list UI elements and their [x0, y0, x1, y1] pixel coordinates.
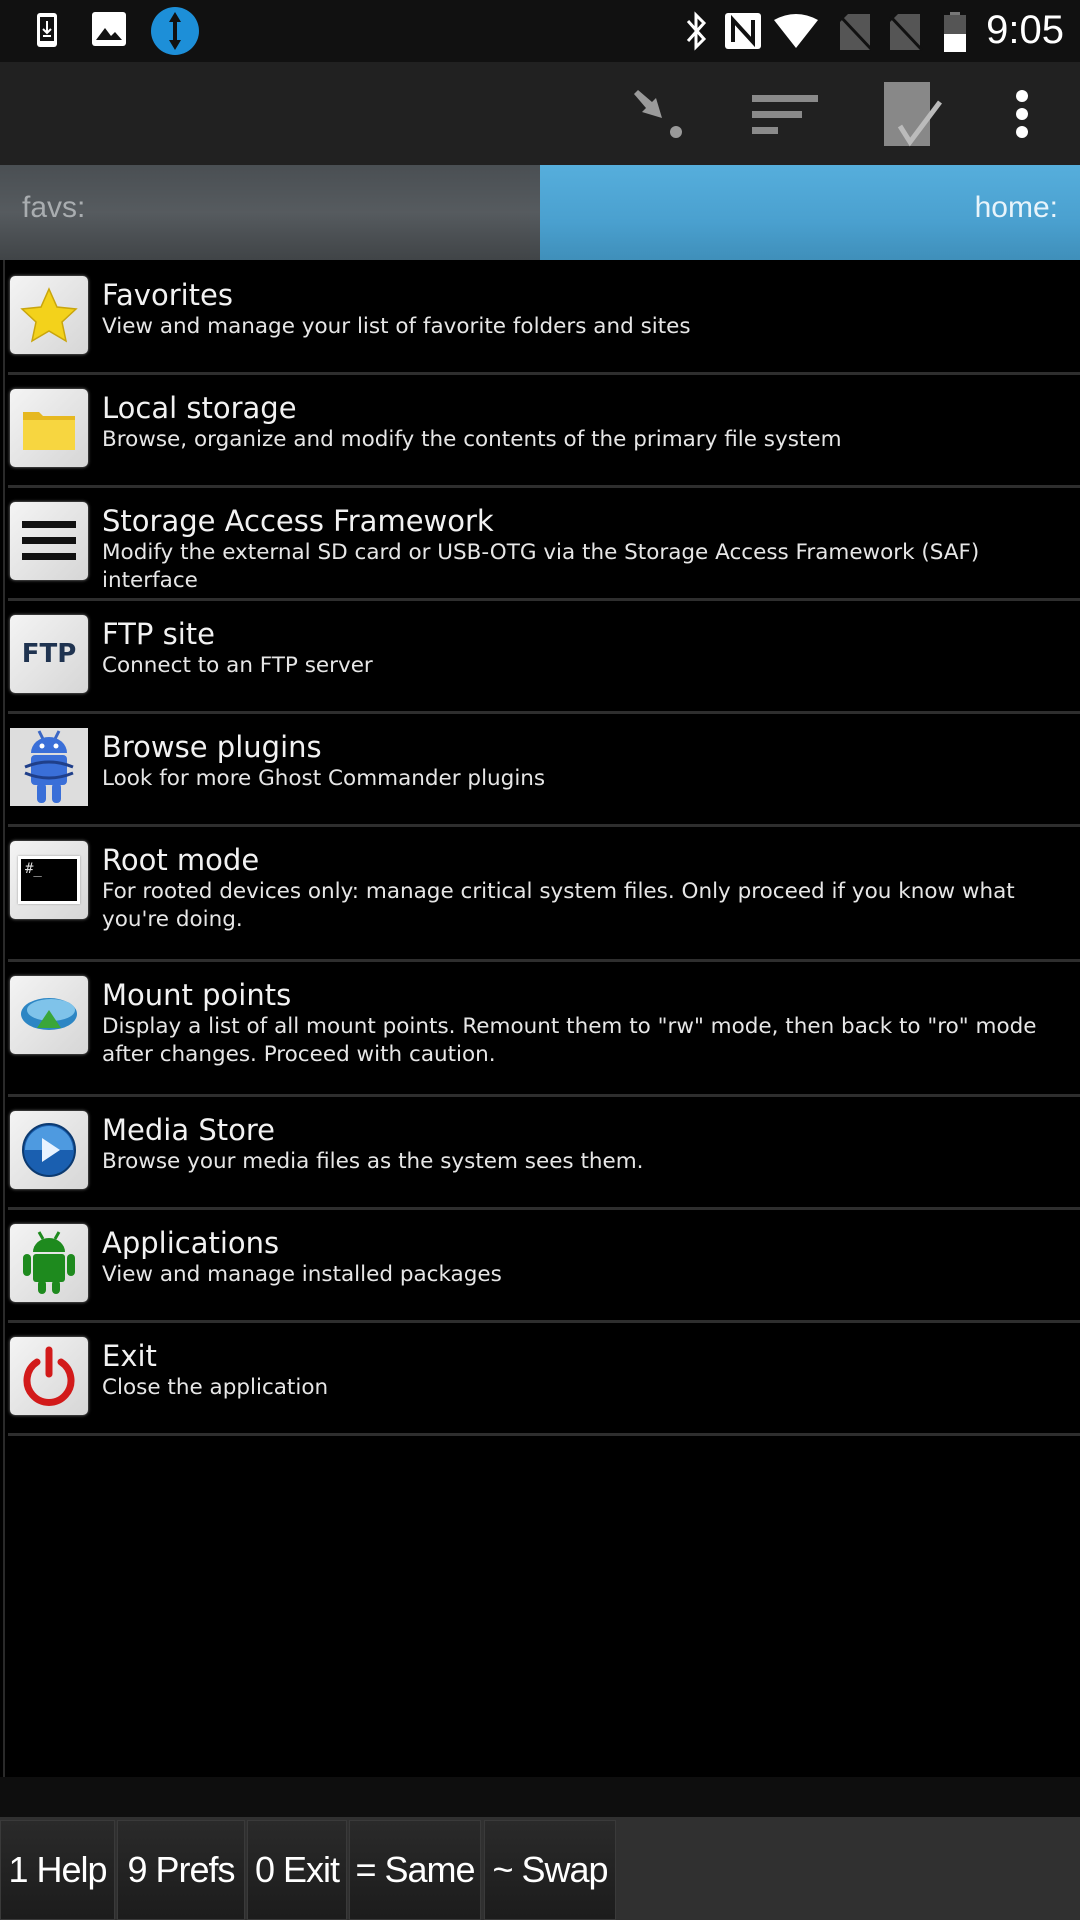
mount-icon: [10, 976, 88, 1054]
item-description: View and manage your list of favorite fo…: [102, 314, 691, 339]
status-bar: 9:05: [0, 0, 1080, 62]
list-item-root-mode[interactable]: #_ Root mode For rooted devices only: man…: [8, 827, 1080, 962]
item-title: Media Store: [102, 1113, 275, 1147]
item-description: View and manage installed packages: [102, 1262, 502, 1287]
item-title: Storage Access Framework: [102, 504, 494, 538]
tab-home-label: home:: [974, 191, 1058, 224]
item-description: Modify the external SD card or USB-OTG v…: [102, 540, 980, 593]
list-item-exit[interactable]: Exit Close the application: [8, 1323, 1080, 1436]
download-notification-icon: [37, 13, 57, 47]
android-plugin-icon: [10, 728, 88, 806]
prefs-button[interactable]: 9 Prefs: [117, 1820, 245, 1920]
item-description: Connect to an FTP server: [102, 653, 373, 678]
list-item-mount-points[interactable]: Mount points Display a list of all mount …: [8, 962, 1080, 1097]
item-title: Applications: [102, 1226, 280, 1260]
swap-button[interactable]: ~ Swap: [484, 1820, 616, 1920]
list-item-favorites[interactable]: Favorites View and manage your list of fa…: [8, 262, 1080, 375]
power-icon: [10, 1337, 88, 1415]
help-button[interactable]: 1 Help: [0, 1820, 115, 1920]
item-title: Mount points: [102, 978, 292, 1012]
panel-tabs: favs: home:: [0, 165, 1080, 260]
image-notification-icon: [92, 12, 126, 46]
exit-button[interactable]: 0 Exit: [247, 1820, 347, 1920]
item-description: For rooted devices only: manage critical…: [102, 879, 1015, 932]
item-description: Browse, organize and modify the contents…: [102, 427, 842, 452]
item-description: Look for more Ghost Commander plugins: [102, 766, 546, 791]
star-icon: [10, 276, 88, 354]
teamviewer-icon: [151, 7, 199, 55]
tab-favs-label: favs:: [22, 191, 86, 224]
wifi-icon: [774, 14, 818, 48]
no-sim-icon: [888, 14, 924, 52]
same-button[interactable]: = Same: [349, 1820, 481, 1920]
menu-lines-icon: [10, 502, 88, 580]
item-title: Favorites: [102, 278, 233, 312]
battery-icon: [944, 12, 966, 52]
item-title: Exit: [102, 1339, 157, 1373]
tab-home[interactable]: home:: [540, 165, 1080, 260]
function-key-bar: 1 Help 9 Prefs 0 Exit = Same ~ Swap: [0, 1817, 1080, 1920]
list-item-ftp[interactable]: FTP FTP site Connect to an FTP server: [8, 601, 1080, 714]
select-button[interactable]: [880, 80, 946, 150]
select-icon: [884, 82, 942, 147]
go-to-button[interactable]: [630, 84, 690, 144]
list-item-applications[interactable]: Applications View and manage installed pa…: [8, 1210, 1080, 1323]
sort-icon: [752, 95, 818, 134]
list-item-browse-plugins[interactable]: Browse plugins Look for more Ghost Comman…: [8, 714, 1080, 827]
overflow-menu-icon: [1016, 90, 1028, 138]
item-title: FTP site: [102, 617, 215, 651]
no-sim-icon: [838, 14, 874, 52]
overflow-menu-button[interactable]: [1000, 84, 1044, 144]
item-title: Local storage: [102, 391, 297, 425]
list-item-media-store[interactable]: Media Store Browse your media files as th…: [8, 1097, 1080, 1210]
item-description: Browse your media files as the system se…: [102, 1149, 644, 1174]
folder-icon: [10, 389, 88, 467]
item-title: Browse plugins: [102, 730, 322, 764]
play-icon: [10, 1111, 88, 1189]
panel-footer: [0, 1777, 1080, 1817]
ftp-icon: FTP: [10, 615, 88, 693]
go-to-icon: [634, 90, 682, 138]
list-item-saf[interactable]: Storage Access Framework Modify the exter…: [8, 488, 1080, 601]
bluetooth-icon: [686, 11, 707, 51]
item-description: Display a list of all mount points. Remo…: [102, 1014, 1037, 1067]
terminal-icon: #_: [10, 841, 88, 919]
sort-button[interactable]: [752, 84, 818, 144]
home-list: Favorites View and manage your list of fa…: [0, 262, 1080, 1436]
list-item-local-storage[interactable]: Local storage Browse, organize and modify…: [8, 375, 1080, 488]
item-description: Close the application: [102, 1375, 329, 1400]
tab-favs[interactable]: favs:: [0, 165, 540, 260]
item-title: Root mode: [102, 843, 260, 877]
toolbar: [0, 62, 1080, 165]
clock: 9:05: [986, 8, 1064, 52]
android-icon: [10, 1224, 88, 1302]
nfc-icon: [725, 13, 761, 49]
